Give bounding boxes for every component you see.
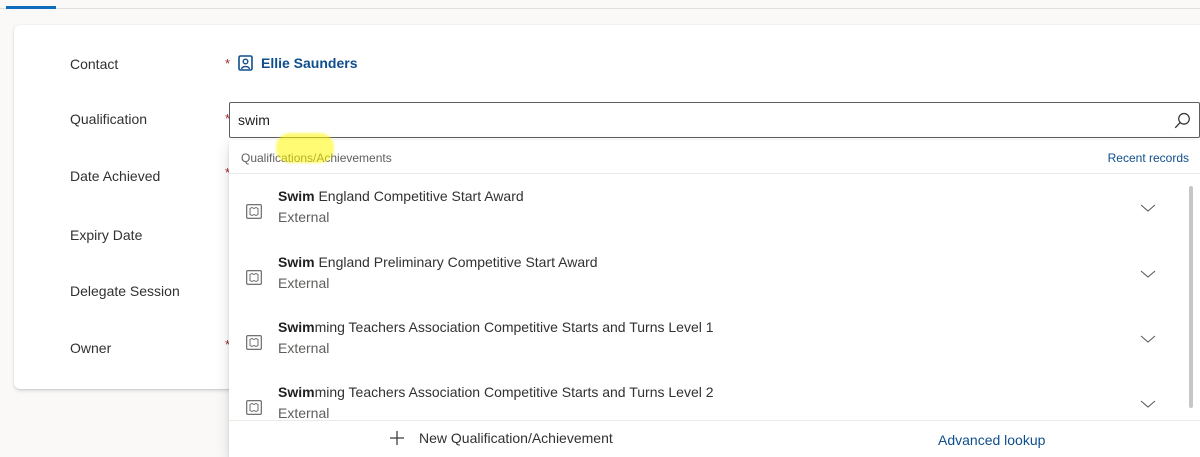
contact-label: Contact [70, 56, 119, 72]
entity-record-icon [246, 400, 262, 415]
qualification-label: Qualification [70, 111, 148, 127]
new-qualification-label: New Qualification/Achievement [419, 430, 613, 446]
result-subtitle: External [278, 275, 330, 291]
result-title-rest: England Competitive Start Award [314, 188, 524, 204]
result-subtitle: External [278, 405, 330, 421]
result-item[interactable]: Swimming Teachers Association Competitiv… [229, 307, 1179, 371]
contact-card-icon [238, 55, 253, 71]
qualification-search-input[interactable] [238, 103, 1158, 137]
contact-required-indicator: * [225, 56, 231, 71]
chevron-down-icon[interactable] [1140, 202, 1156, 214]
delegate-session-label: Delegate Session [70, 283, 180, 299]
result-title-rest: ming Teachers Association Competitive St… [314, 319, 714, 335]
chevron-down-icon[interactable] [1140, 398, 1156, 410]
result-title-match: Swim [278, 254, 315, 270]
qualification-lookup-field[interactable] [229, 102, 1200, 138]
result-subtitle: External [278, 340, 330, 356]
owner-label: Owner [70, 340, 112, 356]
entity-record-icon [246, 270, 262, 285]
entity-record-icon [246, 204, 262, 219]
result-title-match: Swim [278, 319, 315, 335]
contact-lookup-value[interactable]: Ellie Saunders [238, 55, 357, 71]
active-tab-indicator [6, 6, 56, 9]
new-qualification-button[interactable]: New Qualification/Achievement [389, 430, 613, 446]
result-item[interactable]: Swim England Competitive Start Award Ext… [229, 176, 1179, 240]
expiry-date-label: Expiry Date [70, 227, 143, 243]
entity-record-icon [246, 335, 262, 350]
contact-name: Ellie Saunders [261, 55, 358, 71]
result-title-match: Swim [278, 384, 315, 400]
chevron-down-icon[interactable] [1140, 333, 1156, 345]
result-title-rest: ming Teachers Association Competitive St… [314, 384, 714, 400]
highlighter-annotation [276, 133, 334, 163]
recent-records-link[interactable]: Recent records [1108, 151, 1189, 165]
result-title: Swimming Teachers Association Competitiv… [278, 384, 714, 400]
date-achieved-label: Date Achieved [70, 168, 161, 184]
result-title: Swim England Preliminary Competitive Sta… [278, 254, 598, 270]
advanced-lookup-link[interactable]: Advanced lookup [938, 432, 1045, 448]
result-title: Swim England Competitive Start Award [278, 188, 524, 204]
result-title: Swimming Teachers Association Competitiv… [278, 319, 714, 335]
header-divider [0, 8, 1200, 9]
search-icon[interactable] [1174, 112, 1191, 129]
result-item[interactable]: Swim England Preliminary Competitive Sta… [229, 242, 1179, 306]
result-title-match: Swim [278, 188, 315, 204]
plus-icon [390, 431, 404, 445]
flyout-footer: New Qualification/Achievement Advanced l… [229, 420, 1200, 457]
flyout-header: Qualifications/Achievements Recent recor… [229, 140, 1200, 174]
result-subtitle: External [278, 209, 330, 225]
results-scrollbar[interactable] [1189, 186, 1193, 408]
result-title-rest: England Preliminary Competitive Start Aw… [314, 254, 598, 270]
chevron-down-icon[interactable] [1140, 268, 1156, 280]
lookup-results-flyout: Qualifications/Achievements Recent recor… [229, 140, 1200, 457]
